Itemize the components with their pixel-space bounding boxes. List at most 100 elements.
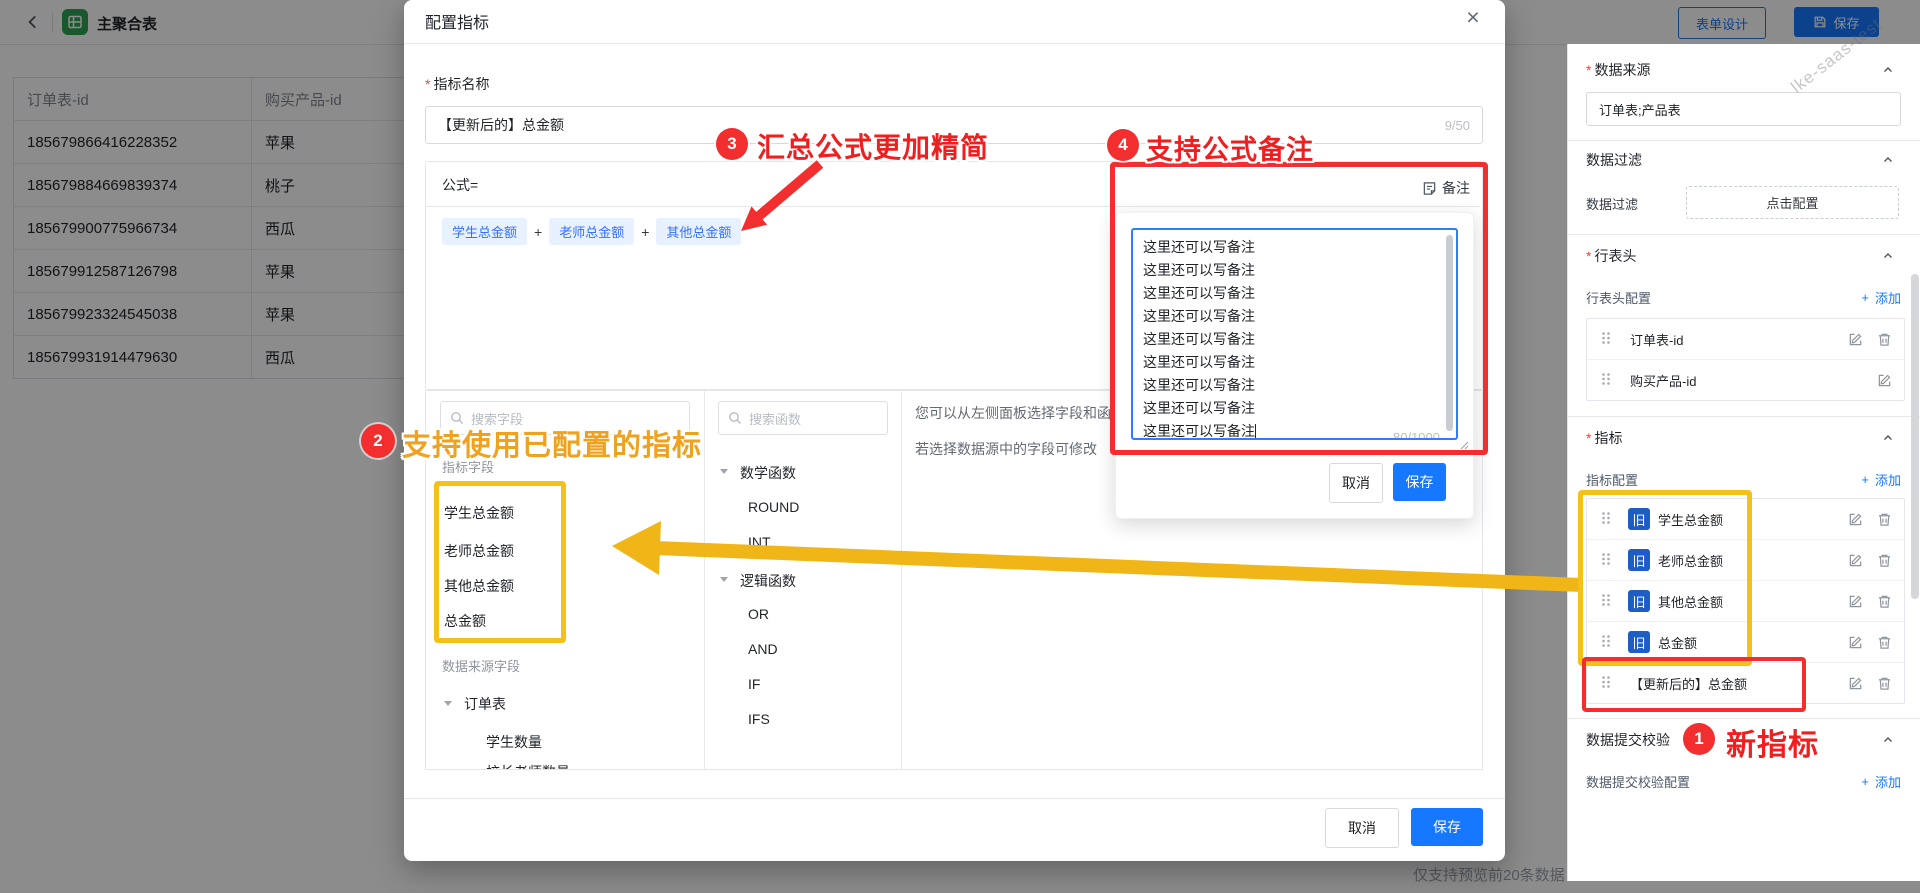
collapse-caret-icon[interactable] [1882, 63, 1894, 79]
add-row-header-link[interactable]: +添加 [1861, 288, 1901, 307]
drag-handle-icon[interactable] [1601, 552, 1611, 569]
annotation-text-3: 汇总公式更加精简 [757, 126, 989, 166]
trash-icon[interactable] [1877, 676, 1892, 691]
chevron-down-icon[interactable] [720, 469, 728, 474]
edit-icon[interactable] [1848, 332, 1863, 347]
function-item[interactable]: INT [748, 534, 771, 550]
edit-icon[interactable] [1848, 594, 1863, 609]
formula-header-divider [426, 206, 1480, 207]
function-item[interactable]: IF [748, 676, 760, 692]
collapse-caret-icon[interactable] [1882, 431, 1894, 447]
drag-handle-icon[interactable] [1601, 511, 1611, 528]
old-badge: 旧 [1628, 549, 1650, 571]
function-item[interactable]: AND [748, 641, 778, 657]
list-item[interactable]: 订单表-id [1587, 319, 1904, 360]
annotation-circle-3: 3 [716, 128, 748, 160]
function-item[interactable]: ROUND [748, 499, 799, 515]
function-item[interactable]: IFS [748, 711, 770, 727]
required-asterisk: * [425, 76, 430, 92]
help-text: 您可以从左侧面板选择字段和函 [915, 403, 1111, 423]
metric-field-item[interactable]: 总金额 [444, 611, 486, 631]
source-field-item[interactable]: 校长老师数量 [486, 762, 570, 770]
annotation-text-2: 支持使用已配置的指标 [402, 422, 702, 464]
trash-icon[interactable] [1877, 512, 1892, 527]
edit-icon[interactable] [1848, 676, 1863, 691]
save-button[interactable]: 保存 [1411, 808, 1483, 846]
functions-column: 搜索函数 数学函数 ROUND INT 逻辑函数 OR AND IF IFS [704, 391, 902, 769]
trash-icon[interactable] [1877, 635, 1892, 650]
edit-icon[interactable] [1848, 512, 1863, 527]
chevron-down-icon[interactable] [720, 577, 728, 582]
data-source-section-title: *数据来源 [1586, 60, 1650, 80]
drag-handle-icon[interactable] [1601, 331, 1611, 348]
list-item[interactable]: 购买产品-id [1587, 360, 1904, 400]
data-source-input[interactable]: 订单表;产品表 [1586, 92, 1901, 126]
textarea-scrollbar[interactable] [1446, 235, 1453, 431]
drag-handle-icon[interactable] [1601, 372, 1611, 389]
add-metric-link[interactable]: +添加 [1861, 470, 1901, 489]
collapse-caret-icon[interactable] [1882, 153, 1894, 169]
function-group-label[interactable]: 逻辑函数 [740, 571, 796, 591]
metric-field-item[interactable]: 老师总金额 [444, 541, 514, 561]
formula-tag[interactable]: 学生总金额 [442, 218, 527, 245]
cancel-button[interactable]: 取消 [1325, 808, 1399, 848]
dialog-title: 配置指标 [425, 9, 489, 33]
filter-config-button[interactable]: 点击配置 [1686, 186, 1899, 219]
row-header-config-label: 行表头配置 [1586, 288, 1651, 307]
edit-icon[interactable] [1848, 635, 1863, 650]
annotation-text-4: 支持公式备注 [1146, 128, 1314, 167]
row-header-section-title: *行表头 [1586, 246, 1636, 266]
filter-row-label: 数据过滤 [1586, 194, 1638, 213]
note-line: 这里还可以写备注 [1143, 282, 1446, 305]
collapse-caret-icon[interactable] [1882, 733, 1894, 749]
trash-icon[interactable] [1877, 553, 1892, 568]
note-line: 这里还可以写备注 [1143, 328, 1446, 351]
note-line: 这里还可以写备注 [1143, 236, 1446, 259]
metric-field-item[interactable]: 其他总金额 [444, 576, 514, 596]
note-save-button[interactable]: 保存 [1393, 463, 1446, 501]
drag-handle-icon[interactable] [1601, 675, 1611, 692]
source-table-node[interactable]: 订单表 [464, 694, 506, 714]
annotation-circle-4: 4 [1107, 129, 1139, 161]
note-line: 这里还可以写备注 [1143, 374, 1446, 397]
add-validation-link[interactable]: +添加 [1861, 772, 1901, 791]
function-item[interactable]: OR [748, 606, 769, 622]
row-header-list: 订单表-id 购买产品-id [1586, 318, 1905, 401]
search-icon [728, 411, 742, 425]
resize-handle-icon[interactable] [1460, 441, 1469, 450]
edit-icon[interactable] [1848, 553, 1863, 568]
sidebar-scrollbar[interactable] [1911, 274, 1919, 599]
note-icon [1422, 181, 1437, 196]
formula-tag[interactable]: 老师总金额 [549, 218, 634, 245]
dialog-footer-divider [404, 798, 1505, 799]
note-cancel-button[interactable]: 取消 [1329, 463, 1383, 503]
old-badge: 旧 [1628, 631, 1650, 653]
name-char-counter: 9/50 [1445, 118, 1470, 133]
list-item[interactable]: 旧 其他总金额 [1587, 581, 1904, 622]
search-function-input[interactable]: 搜索函数 [718, 401, 888, 435]
source-fields-title: 数据来源字段 [442, 656, 520, 675]
list-item[interactable]: 【更新后的】总金额 [1587, 663, 1904, 703]
function-group-label[interactable]: 数学函数 [740, 463, 796, 483]
formula-expression: 学生总金额 + 老师总金额 + 其他总金额 [442, 218, 741, 245]
trash-icon[interactable] [1877, 594, 1892, 609]
edit-icon[interactable] [1877, 373, 1892, 388]
validation-config-label: 数据提交校验配置 [1586, 772, 1690, 791]
drag-handle-icon[interactable] [1601, 634, 1611, 651]
drag-handle-icon[interactable] [1601, 593, 1611, 610]
close-button[interactable]: × [1458, 2, 1488, 32]
note-textarea[interactable]: 这里还可以写备注 这里还可以写备注 这里还可以写备注 这里还可以写备注 这里还可… [1131, 228, 1458, 440]
metric-field-item[interactable]: 学生总金额 [444, 503, 514, 523]
collapse-caret-icon[interactable] [1882, 249, 1894, 265]
list-item[interactable]: 旧 学生总金额 [1587, 499, 1904, 540]
chevron-down-icon[interactable] [444, 701, 452, 706]
annotation-text-1: 新指标 [1726, 720, 1819, 764]
formula-tag[interactable]: 其他总金额 [656, 218, 741, 245]
note-line: 这里还可以写备注 [1143, 351, 1446, 374]
list-item[interactable]: 旧 总金额 [1587, 622, 1904, 663]
source-field-item[interactable]: 学生数量 [486, 732, 542, 752]
trash-icon[interactable] [1877, 332, 1892, 347]
note-button[interactable]: 备注 [1422, 178, 1470, 198]
plus-operator: + [534, 224, 542, 240]
list-item[interactable]: 旧 老师总金额 [1587, 540, 1904, 581]
